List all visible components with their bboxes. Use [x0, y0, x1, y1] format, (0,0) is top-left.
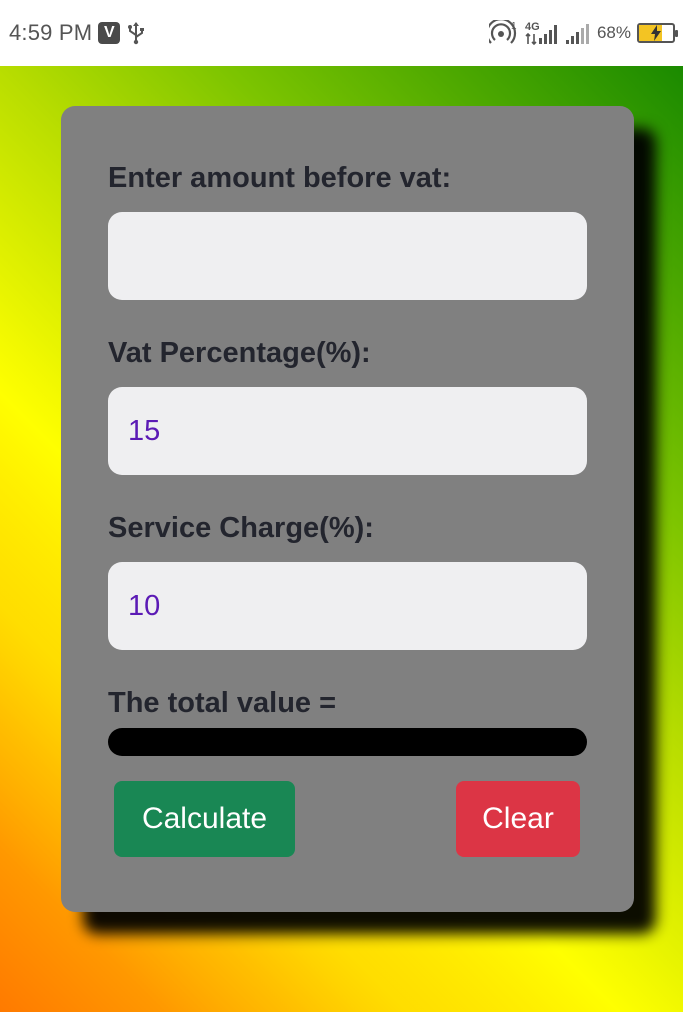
status-time: 4:59 PM [9, 20, 93, 45]
vat-percentage-input[interactable] [108, 387, 587, 475]
hotspot-icon: 1 [488, 20, 519, 46]
signal-icon [565, 20, 591, 46]
status-right: 1 4G 68% [488, 20, 678, 46]
status-bar: 4:59 PM V 1 4G 68% [0, 0, 683, 66]
amount-label: Enter amount before vat: [108, 162, 452, 194]
calculate-button[interactable]: Calculate [114, 781, 295, 857]
usb-icon [126, 21, 146, 45]
clear-button[interactable]: Clear [456, 781, 580, 857]
vat-calculator-card: Enter amount before vat: Vat Percentage(… [61, 106, 634, 912]
status-left: 4:59 PM V [9, 20, 146, 46]
app-background: Enter amount before vat: Vat Percentage(… [0, 66, 683, 1012]
vat-percentage-label: Vat Percentage(%): [108, 337, 371, 369]
hotspot-count: 1 [511, 21, 517, 32]
battery-percent: 68% [596, 23, 631, 42]
signal-4g-icon: 4G [525, 20, 559, 46]
battery-charging-icon [637, 23, 678, 43]
network-type: 4G [525, 21, 540, 33]
total-value-display [108, 728, 587, 756]
service-charge-input[interactable] [108, 562, 587, 650]
amount-input[interactable] [108, 212, 587, 300]
bolt-icon [639, 25, 673, 41]
v-app-icon: V [98, 22, 121, 44]
total-value-label: The total value = [108, 687, 337, 719]
service-charge-label: Service Charge(%): [108, 512, 374, 544]
